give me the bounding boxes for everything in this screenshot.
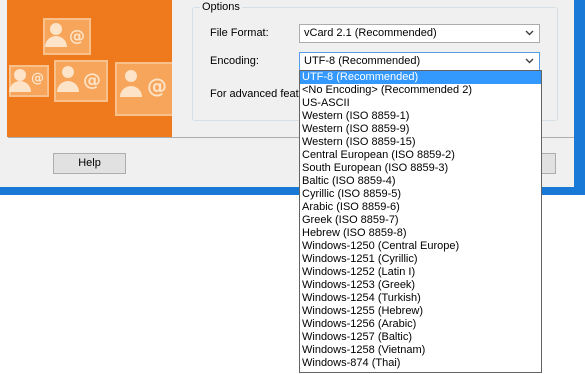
options-group-label: Options [200,1,242,13]
encoding-option[interactable]: Windows-1256 (Arabic) [300,318,541,331]
contact-card-icon: @ [43,18,91,55]
encoding-value: UTF-8 (Recommended) [304,55,421,67]
encoding-option[interactable]: UTF-8 (Recommended) [300,71,541,84]
encoding-option[interactable]: Cyrillic (ISO 8859-5) [300,188,541,201]
encoding-option[interactable]: Central European (ISO 8859-2) [300,149,541,162]
help-button[interactable]: Help [53,153,126,174]
file-format-label: File Format: [210,27,269,39]
advanced-features-text: For advanced feat [210,88,299,100]
encoding-option[interactable]: US-ASCII [300,97,541,110]
encoding-option[interactable]: <No Encoding> (Recommended 2) [300,84,541,97]
encoding-label: Encoding: [210,55,259,67]
contact-cards-illustration: @ @ @ @ [7,0,172,137]
encoding-option[interactable]: Windows-1257 (Baltic) [300,331,541,344]
encoding-option[interactable]: Hebrew (ISO 8859-8) [300,227,541,240]
contact-card-icon: @ [54,60,108,102]
contact-card-icon: @ [115,62,172,116]
encoding-select[interactable]: UTF-8 (Recommended) [299,52,540,71]
encoding-option[interactable]: Windows-1254 (Turkish) [300,292,541,305]
encoding-option[interactable]: Baltic (ISO 8859-4) [300,175,541,188]
encoding-option[interactable]: Windows-1255 (Hebrew) [300,305,541,318]
encoding-option[interactable]: Windows-1252 (Latin I) [300,266,541,279]
chevron-down-icon [525,58,534,64]
encoding-option[interactable]: Arabic (ISO 8859-6) [300,201,541,214]
encoding-dropdown-list[interactable]: UTF-8 (Recommended) <No Encoding> (Recomm… [299,70,542,373]
file-format-select[interactable]: vCard 2.1 (Recommended) [299,24,540,43]
encoding-option[interactable]: Western (ISO 8859-9) [300,123,541,136]
encoding-option[interactable]: Windows-1258 (Vietnam) [300,344,541,357]
encoding-option[interactable]: Greek (ISO 8859-7) [300,214,541,227]
file-format-value: vCard 2.1 (Recommended) [304,27,437,39]
encoding-option[interactable]: South European (ISO 8859-3) [300,162,541,175]
window-frame-right [574,0,585,195]
encoding-option[interactable]: Windows-874 (Thai) [300,357,541,370]
encoding-option[interactable]: Western (ISO 8859-1) [300,110,541,123]
chevron-down-icon [525,30,534,36]
encoding-option[interactable]: Western (ISO 8859-15) [300,136,541,149]
contact-card-icon: @ [9,65,49,97]
encoding-option[interactable]: Windows-1251 (Cyrillic) [300,253,541,266]
encoding-option[interactable]: Windows-1253 (Greek) [300,279,541,292]
encoding-option[interactable]: Windows-1250 (Central Europe) [300,240,541,253]
